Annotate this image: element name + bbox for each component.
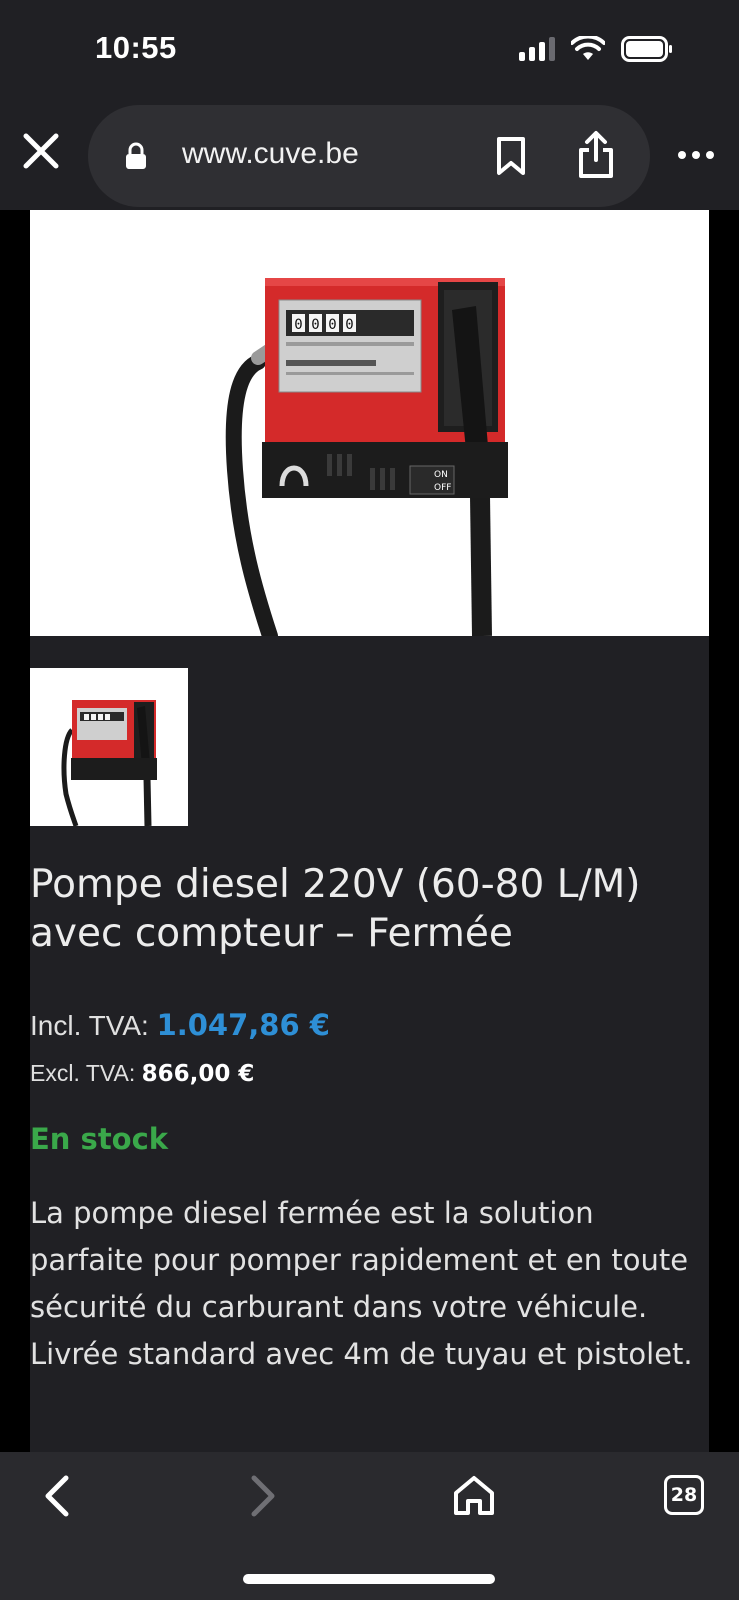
home-indicator[interactable] <box>243 1574 495 1584</box>
svg-text:0: 0 <box>345 317 353 333</box>
product-title: Pompe diesel 220V (60-80 L/M) avec compt… <box>30 862 641 956</box>
price-excl-vat: Excl. TVA: 866,00 € <box>30 1060 254 1087</box>
svg-text:0: 0 <box>311 317 319 333</box>
close-icon[interactable] <box>20 130 62 172</box>
price-incl-vat: Incl. TVA: 1.047,86 € <box>30 1008 330 1042</box>
page-content: 0 0 0 0 ON OFF Pompe diesel 220V (60-80 … <box>30 210 709 1452</box>
stock-status: En stock <box>30 1122 169 1156</box>
signal-icon <box>519 37 555 61</box>
product-thumbnail[interactable] <box>30 668 188 826</box>
product-image[interactable]: 0 0 0 0 ON OFF <box>30 210 709 636</box>
status-bar: 10:55 <box>0 0 739 100</box>
price-incl-label: Incl. TVA: <box>30 1010 149 1041</box>
price-excl-value: 866,00 € <box>141 1061 255 1087</box>
url-text[interactable]: www.cuve.be <box>182 137 359 171</box>
tabs-icon[interactable]: 28 <box>664 1475 704 1515</box>
status-icons <box>519 36 673 62</box>
switch-off-label: OFF <box>434 483 451 493</box>
pump-thumbnail-illustration <box>61 700 157 826</box>
price-excl-label: Excl. TVA: <box>30 1060 136 1086</box>
battery-icon <box>621 36 672 62</box>
lock-icon <box>126 142 146 169</box>
web-page[interactable]: 0 0 0 0 ON OFF Pompe diesel 220V (60-80 … <box>0 210 739 1452</box>
more-icon[interactable] <box>676 146 716 164</box>
wifi-icon <box>571 36 605 60</box>
pump-illustration: 0 0 0 0 ON OFF <box>225 278 508 636</box>
product-description: La pompe diesel fermée est la solution p… <box>30 1196 693 1371</box>
home-icon[interactable] <box>452 1473 496 1517</box>
tab-count: 28 <box>670 1484 698 1506</box>
svg-text:0: 0 <box>328 317 336 333</box>
status-time: 10:55 <box>95 30 177 65</box>
back-icon[interactable] <box>40 1472 74 1520</box>
address-bar[interactable] <box>88 105 650 207</box>
share-icon[interactable] <box>576 130 616 180</box>
forward-icon[interactable] <box>246 1472 280 1520</box>
switch-on-label: ON <box>434 470 448 480</box>
price-incl-value: 1.047,86 € <box>156 1008 330 1042</box>
svg-text:0: 0 <box>294 317 302 333</box>
bookmark-icon[interactable] <box>494 136 528 176</box>
